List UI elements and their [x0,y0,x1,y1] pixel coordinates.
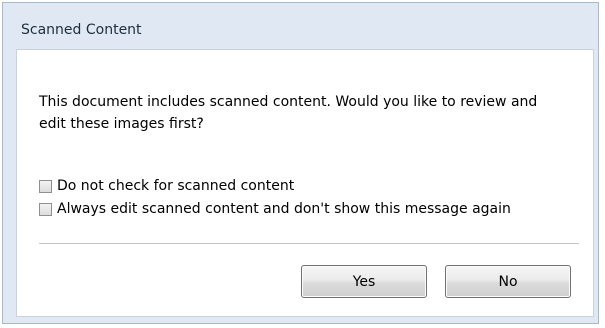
dialog-message: This document includes scanned content. … [39,94,538,132]
yes-button-label: Yes [352,273,376,290]
always-edit-label[interactable]: Always edit scanned content and don't sh… [57,201,511,217]
dialog-title: Scanned Content [21,22,142,38]
yes-button[interactable]: Yes [301,265,427,298]
no-button-label: No [498,273,518,290]
scanned-content-dialog: Scanned Content This document includes s… [2,2,599,324]
dialog-content: This document includes scanned content. … [16,49,594,317]
no-button[interactable]: No [445,265,571,298]
always-edit-checkbox[interactable] [39,202,52,216]
separator [39,243,579,244]
always-edit-option[interactable]: Always edit scanned content and don't sh… [39,201,511,217]
do-not-check-label[interactable]: Do not check for scanned content [57,178,294,194]
dialog-titlebar[interactable]: Scanned Content [3,3,598,45]
do-not-check-checkbox[interactable] [39,179,52,193]
do-not-check-option[interactable]: Do not check for scanned content [39,178,294,194]
